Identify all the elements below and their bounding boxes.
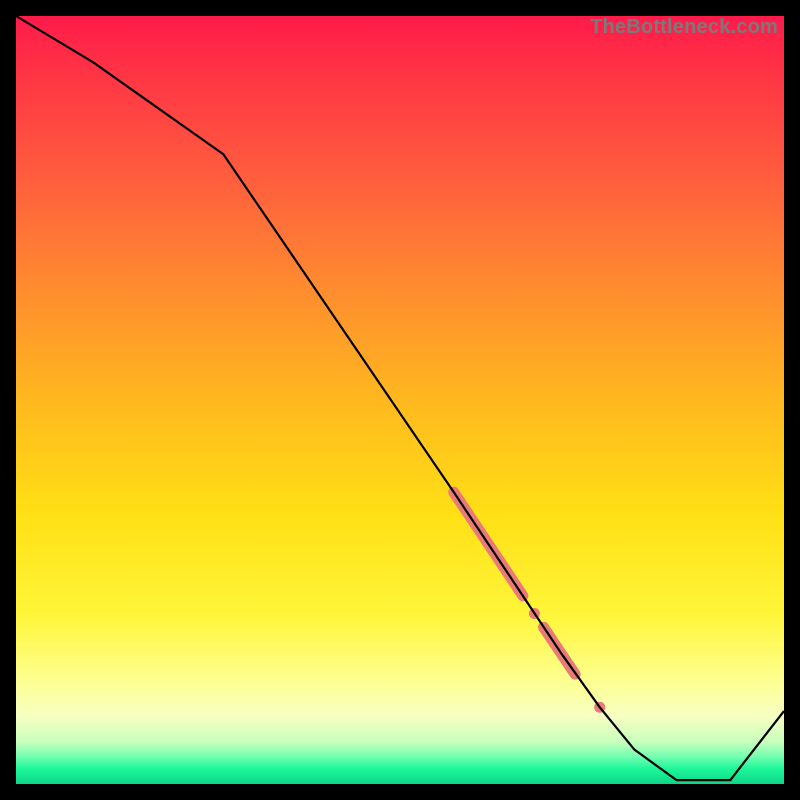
chart-frame: { "watermark": "TheBottleneck.com", "cha… xyxy=(0,0,800,800)
plot-area: TheBottleneck.com xyxy=(16,16,784,784)
chart-svg xyxy=(16,16,784,784)
main-curve xyxy=(16,16,784,780)
